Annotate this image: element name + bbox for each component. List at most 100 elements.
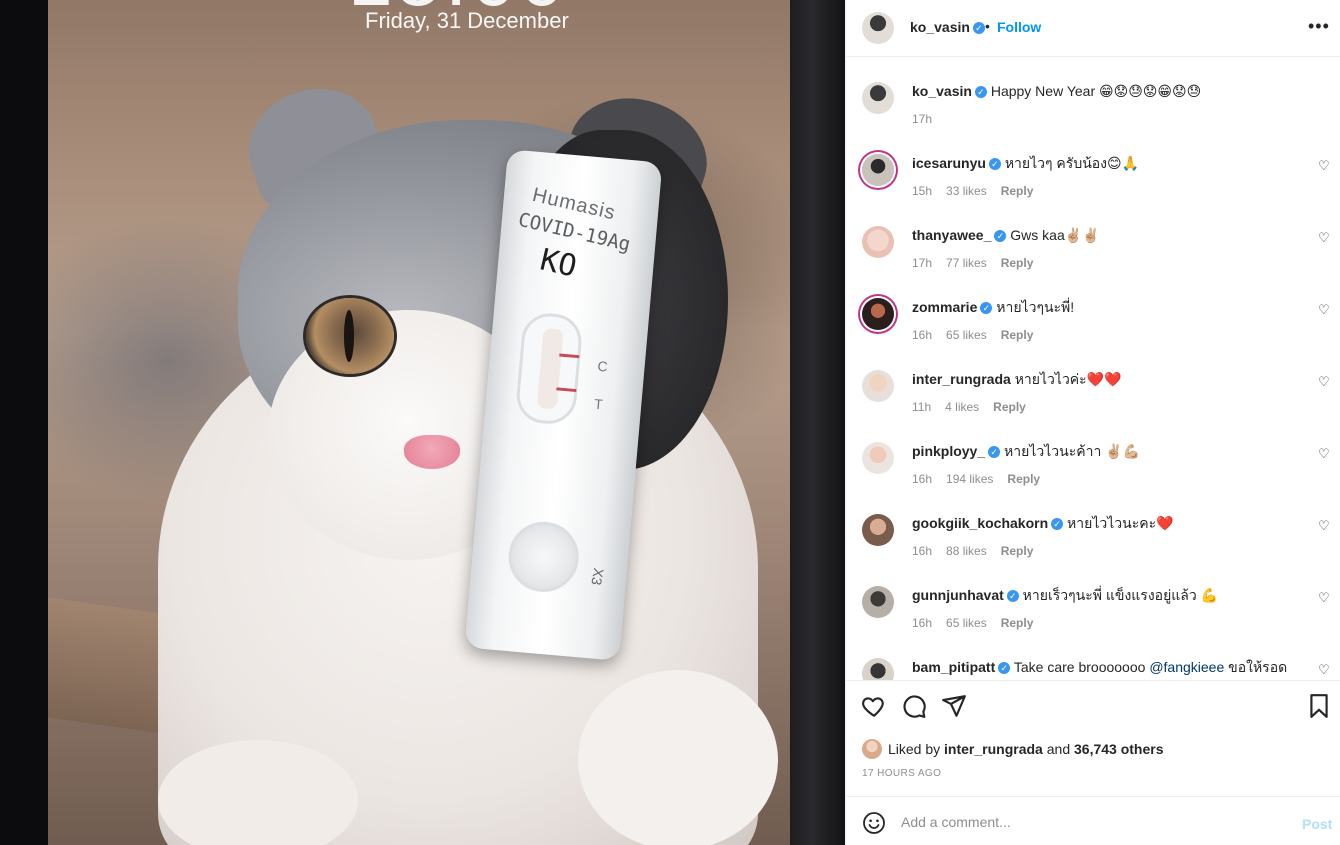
avatar[interactable] — [862, 370, 894, 402]
comment-row: thanyawee_ ✓ Gws kaa✌🏼✌🏼 17h 77 likes Reply… — [846, 214, 1340, 286]
avatar[interactable] — [862, 154, 894, 186]
comment-username[interactable]: bam_pitipatt — [912, 659, 995, 675]
caption-time[interactable]: 17h — [912, 112, 932, 126]
reply-button[interactable]: Reply — [1007, 472, 1040, 486]
strip-result-window — [514, 311, 584, 427]
verified-badge-icon: ✓ — [1051, 518, 1064, 530]
heart-icon[interactable]: ♡ — [1318, 230, 1330, 246]
verified-badge-icon: ✓ — [998, 662, 1011, 674]
comment-likes[interactable]: 4 likes — [945, 400, 979, 414]
verified-badge-icon: ✓ — [980, 302, 993, 314]
verified-badge-icon: ✓ — [974, 86, 987, 98]
comment-likes[interactable]: 33 likes — [946, 184, 987, 198]
comment-likes[interactable]: 77 likes — [946, 256, 987, 270]
verified-badge-icon: ✓ — [988, 158, 1001, 170]
avatar[interactable] — [862, 226, 894, 258]
reply-button[interactable]: Reply — [1001, 616, 1034, 630]
strip-control-line — [559, 353, 580, 359]
comment-likes[interactable]: 88 likes — [946, 544, 987, 558]
caption-meta: 17h — [912, 112, 946, 126]
comment-row: inter_rungrada หายไวไวค่ะ❤️❤️ 11h 4 likes… — [846, 358, 1340, 430]
heart-icon[interactable]: ♡ — [1318, 518, 1330, 534]
avatar[interactable] — [862, 12, 894, 44]
liked-by-user[interactable]: inter_rungrada — [944, 741, 1043, 757]
comment-time[interactable]: 17h — [912, 256, 932, 270]
share-send-icon[interactable] — [941, 693, 967, 719]
heart-icon[interactable]: ♡ — [1318, 662, 1330, 678]
comment-username[interactable]: inter_rungrada — [912, 371, 1011, 387]
post-photo[interactable]: 15:00 Friday, 31 December Humasis COVID-… — [0, 0, 845, 845]
like-heart-icon[interactable] — [861, 693, 887, 719]
avatar[interactable] — [862, 586, 894, 618]
comment-row: icesarunyu ✓ หายไวๆ ครับน้อง😊🙏 15h 33 like… — [846, 142, 1340, 214]
username-text[interactable]: ko_vasin — [910, 19, 970, 35]
emoji-smiley-icon[interactable] — [862, 811, 886, 835]
more-options-icon[interactable]: ••• — [1308, 16, 1330, 37]
comment-username[interactable]: gookgiik_kochakorn — [912, 515, 1048, 531]
lock-screen-date: Friday, 31 December — [365, 8, 569, 33]
avatar[interactable] — [862, 658, 894, 680]
heart-icon[interactable]: ♡ — [1318, 374, 1330, 390]
strip-c-label: C — [596, 357, 609, 375]
comment-meta: 15h 33 likes Reply — [912, 184, 1047, 198]
comment-likes[interactable]: 65 likes — [946, 616, 987, 630]
reply-button[interactable]: Reply — [993, 400, 1026, 414]
comment-body: Take care brooooooo — [1013, 659, 1146, 675]
reply-button[interactable]: Reply — [1001, 328, 1034, 342]
post-timestamp[interactable]: 17 HOURS AGO — [862, 768, 941, 779]
reply-button[interactable]: Reply — [1001, 184, 1034, 198]
liked-by-others-link[interactable]: 36,743 others — [1074, 741, 1164, 757]
verified-badge-icon: ✓ — [972, 22, 985, 34]
comment-time[interactable]: 16h — [912, 472, 932, 486]
strip-handwritten-name: KO — [536, 242, 580, 285]
comment-time[interactable]: 11h — [912, 400, 931, 414]
post-caption: ko_vasin ✓ Happy New Year 😁😟😓😟😁😟😓 17h — [846, 70, 1340, 142]
avatar[interactable] — [862, 514, 894, 546]
comment-time[interactable]: 16h — [912, 544, 932, 558]
comment-row: gookgiik_kochakorn ✓ หายไวไวนะคะ❤️ 16h 88 … — [846, 502, 1340, 574]
comment-body: หายไวไวนะคะ❤️ — [1067, 515, 1174, 531]
comment-likes[interactable]: 194 likes — [946, 472, 993, 486]
comment-bubble-icon[interactable] — [901, 693, 927, 719]
save-bookmark-icon[interactable] — [1306, 693, 1332, 719]
caption-body: Happy New Year 😁😟😓😟😁😟😓 — [990, 83, 1202, 99]
follow-button[interactable]: Follow — [997, 19, 1041, 35]
comment-text: inter_rungrada หายไวไวค่ะ❤️❤️ — [912, 370, 1281, 388]
reply-button[interactable]: Reply — [1001, 544, 1034, 558]
heart-icon[interactable]: ♡ — [1318, 446, 1330, 462]
comment-username[interactable]: zommarie — [912, 299, 977, 315]
post-author-username[interactable]: ko_vasin ✓ — [910, 19, 985, 35]
comment-body: หายไวๆ ครับน้อง😊🙏 — [1004, 155, 1140, 171]
comment-text: icesarunyu ✓ หายไวๆ ครับน้อง😊🙏 — [912, 154, 1281, 172]
separator-dot: • — [985, 18, 990, 34]
comment-likes[interactable]: 65 likes — [946, 328, 987, 342]
liked-by-prefix: Liked by — [888, 741, 941, 757]
avatar[interactable] — [862, 298, 894, 330]
comments-list[interactable]: ko_vasin ✓ Happy New Year 😁😟😓😟😁😟😓 17h ice… — [846, 58, 1340, 680]
comment-username[interactable]: icesarunyu — [912, 155, 986, 171]
comment-text: pinkployy_ ✓ หายไวไวนะค้าา ✌🏼💪🏼 — [912, 442, 1281, 460]
comment-username[interactable]: pinkployy_ — [912, 443, 985, 459]
comment-text: bam_pitipatt ✓ Take care brooooooo @fangk… — [912, 658, 1287, 676]
mention-link[interactable]: @fangkieee — [1149, 659, 1224, 675]
avatar[interactable] — [862, 442, 894, 474]
caption-username[interactable]: ko_vasin — [912, 83, 972, 99]
comment-meta: 11h 4 likes Reply — [912, 400, 1040, 414]
heart-icon[interactable]: ♡ — [1318, 158, 1330, 174]
liked-by-summary: Liked by inter_rungrada and 36,743 other… — [862, 739, 1164, 759]
comment-time[interactable]: 16h — [912, 616, 932, 630]
comment-input[interactable] — [901, 810, 1281, 834]
comment-body: หายไวไวค่ะ❤️❤️ — [1014, 371, 1122, 387]
reply-button[interactable]: Reply — [1001, 256, 1034, 270]
comment-username[interactable]: gunnjunhavat — [912, 587, 1004, 603]
avatar[interactable] — [862, 739, 882, 759]
post-comment-button[interactable]: Post — [1302, 816, 1332, 832]
avatar[interactable] — [862, 82, 894, 114]
heart-icon[interactable]: ♡ — [1318, 590, 1330, 606]
comment-time[interactable]: 16h — [912, 328, 932, 342]
heart-icon[interactable]: ♡ — [1318, 302, 1330, 318]
comment-username[interactable]: thanyawee_ — [912, 227, 991, 243]
comment-time[interactable]: 15h — [912, 184, 932, 198]
post-sidebar: ko_vasin ✓ • Follow ••• ko_vasin ✓ Happy N… — [845, 0, 1340, 845]
strip-sample-well — [505, 518, 582, 595]
